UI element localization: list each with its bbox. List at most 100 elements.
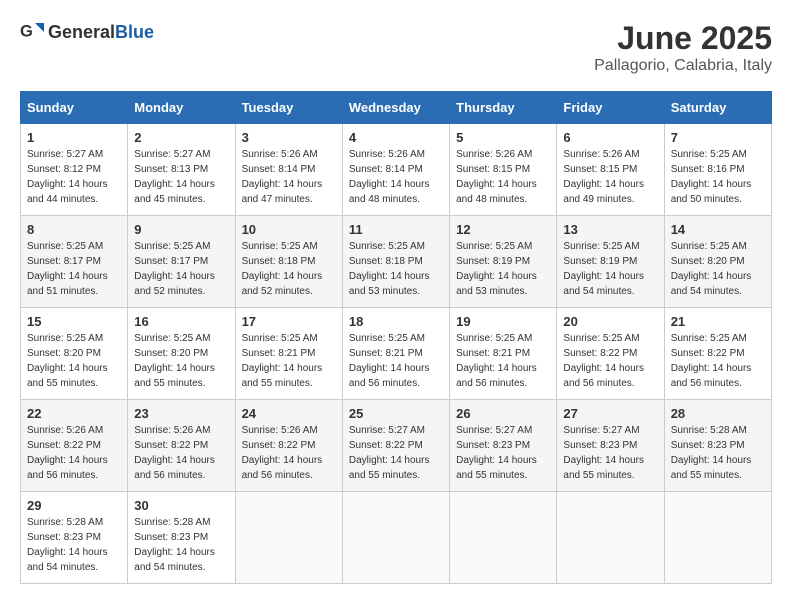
calendar-day-cell: 29 Sunrise: 5:28 AM Sunset: 8:23 PM Dayl… — [21, 492, 128, 584]
day-number: 10 — [242, 222, 336, 237]
calendar-day-cell: 6 Sunrise: 5:26 AM Sunset: 8:15 PM Dayli… — [557, 124, 664, 216]
day-number: 26 — [456, 406, 550, 421]
calendar-week-row: 15 Sunrise: 5:25 AM Sunset: 8:20 PM Dayl… — [21, 308, 772, 400]
day-info: Sunrise: 5:25 AM Sunset: 8:18 PM Dayligh… — [349, 239, 443, 299]
day-info: Sunrise: 5:26 AM Sunset: 8:15 PM Dayligh… — [456, 147, 550, 207]
calendar-day-cell: 12 Sunrise: 5:25 AM Sunset: 8:19 PM Dayl… — [450, 216, 557, 308]
calendar-day-cell: 22 Sunrise: 5:26 AM Sunset: 8:22 PM Dayl… — [21, 400, 128, 492]
day-info: Sunrise: 5:25 AM Sunset: 8:18 PM Dayligh… — [242, 239, 336, 299]
day-of-week-header: Friday — [557, 92, 664, 124]
day-info: Sunrise: 5:25 AM Sunset: 8:19 PM Dayligh… — [456, 239, 550, 299]
day-info: Sunrise: 5:26 AM Sunset: 8:14 PM Dayligh… — [349, 147, 443, 207]
day-info: Sunrise: 5:27 AM Sunset: 8:23 PM Dayligh… — [563, 423, 657, 483]
day-number: 23 — [134, 406, 228, 421]
day-info: Sunrise: 5:27 AM Sunset: 8:12 PM Dayligh… — [27, 147, 121, 207]
day-of-week-header: Saturday — [664, 92, 771, 124]
calendar-day-cell — [342, 492, 449, 584]
calendar-day-cell: 23 Sunrise: 5:26 AM Sunset: 8:22 PM Dayl… — [128, 400, 235, 492]
calendar-day-cell: 2 Sunrise: 5:27 AM Sunset: 8:13 PM Dayli… — [128, 124, 235, 216]
logo-icon: G — [20, 20, 44, 44]
day-of-week-header: Monday — [128, 92, 235, 124]
day-number: 1 — [27, 130, 121, 145]
day-info: Sunrise: 5:25 AM Sunset: 8:21 PM Dayligh… — [242, 331, 336, 391]
day-number: 24 — [242, 406, 336, 421]
day-number: 8 — [27, 222, 121, 237]
day-info: Sunrise: 5:25 AM Sunset: 8:19 PM Dayligh… — [563, 239, 657, 299]
calendar-day-cell — [450, 492, 557, 584]
day-info: Sunrise: 5:28 AM Sunset: 8:23 PM Dayligh… — [27, 515, 121, 575]
calendar-day-cell — [557, 492, 664, 584]
calendar-day-cell: 7 Sunrise: 5:25 AM Sunset: 8:16 PM Dayli… — [664, 124, 771, 216]
day-number: 28 — [671, 406, 765, 421]
day-number: 18 — [349, 314, 443, 329]
calendar-day-cell: 4 Sunrise: 5:26 AM Sunset: 8:14 PM Dayli… — [342, 124, 449, 216]
calendar-table: SundayMondayTuesdayWednesdayThursdayFrid… — [20, 91, 772, 584]
day-number: 3 — [242, 130, 336, 145]
day-number: 5 — [456, 130, 550, 145]
calendar-day-cell: 18 Sunrise: 5:25 AM Sunset: 8:21 PM Dayl… — [342, 308, 449, 400]
day-number: 22 — [27, 406, 121, 421]
day-number: 6 — [563, 130, 657, 145]
calendar-day-cell: 28 Sunrise: 5:28 AM Sunset: 8:23 PM Dayl… — [664, 400, 771, 492]
title-area: June 2025 Pallagorio, Calabria, Italy — [594, 20, 772, 75]
day-number: 19 — [456, 314, 550, 329]
day-info: Sunrise: 5:25 AM Sunset: 8:20 PM Dayligh… — [27, 331, 121, 391]
day-info: Sunrise: 5:25 AM Sunset: 8:17 PM Dayligh… — [134, 239, 228, 299]
calendar-week-row: 8 Sunrise: 5:25 AM Sunset: 8:17 PM Dayli… — [21, 216, 772, 308]
day-info: Sunrise: 5:25 AM Sunset: 8:21 PM Dayligh… — [349, 331, 443, 391]
day-info: Sunrise: 5:26 AM Sunset: 8:22 PM Dayligh… — [242, 423, 336, 483]
day-number: 21 — [671, 314, 765, 329]
page-header: G GeneralBlue June 2025 Pallagorio, Cala… — [20, 20, 772, 75]
logo-text-general: General — [48, 22, 115, 42]
day-number: 29 — [27, 498, 121, 513]
day-info: Sunrise: 5:25 AM Sunset: 8:17 PM Dayligh… — [27, 239, 121, 299]
day-info: Sunrise: 5:26 AM Sunset: 8:15 PM Dayligh… — [563, 147, 657, 207]
day-info: Sunrise: 5:26 AM Sunset: 8:22 PM Dayligh… — [27, 423, 121, 483]
calendar-day-cell: 1 Sunrise: 5:27 AM Sunset: 8:12 PM Dayli… — [21, 124, 128, 216]
day-number: 17 — [242, 314, 336, 329]
calendar-day-cell: 17 Sunrise: 5:25 AM Sunset: 8:21 PM Dayl… — [235, 308, 342, 400]
day-info: Sunrise: 5:27 AM Sunset: 8:13 PM Dayligh… — [134, 147, 228, 207]
calendar-day-cell: 11 Sunrise: 5:25 AM Sunset: 8:18 PM Dayl… — [342, 216, 449, 308]
day-number: 27 — [563, 406, 657, 421]
calendar-day-cell — [235, 492, 342, 584]
day-info: Sunrise: 5:28 AM Sunset: 8:23 PM Dayligh… — [671, 423, 765, 483]
day-info: Sunrise: 5:25 AM Sunset: 8:20 PM Dayligh… — [671, 239, 765, 299]
calendar-day-cell: 25 Sunrise: 5:27 AM Sunset: 8:22 PM Dayl… — [342, 400, 449, 492]
calendar-day-cell: 3 Sunrise: 5:26 AM Sunset: 8:14 PM Dayli… — [235, 124, 342, 216]
month-title: June 2025 — [594, 20, 772, 57]
day-of-week-header: Wednesday — [342, 92, 449, 124]
day-number: 16 — [134, 314, 228, 329]
calendar-day-cell: 5 Sunrise: 5:26 AM Sunset: 8:15 PM Dayli… — [450, 124, 557, 216]
logo-text-blue: Blue — [115, 22, 154, 42]
day-info: Sunrise: 5:26 AM Sunset: 8:22 PM Dayligh… — [134, 423, 228, 483]
day-number: 25 — [349, 406, 443, 421]
location-title: Pallagorio, Calabria, Italy — [594, 57, 772, 75]
calendar-day-cell: 16 Sunrise: 5:25 AM Sunset: 8:20 PM Dayl… — [128, 308, 235, 400]
calendar-day-cell: 10 Sunrise: 5:25 AM Sunset: 8:18 PM Dayl… — [235, 216, 342, 308]
day-of-week-header: Tuesday — [235, 92, 342, 124]
day-info: Sunrise: 5:25 AM Sunset: 8:16 PM Dayligh… — [671, 147, 765, 207]
day-number: 13 — [563, 222, 657, 237]
day-of-week-header: Sunday — [21, 92, 128, 124]
day-info: Sunrise: 5:27 AM Sunset: 8:22 PM Dayligh… — [349, 423, 443, 483]
day-of-week-header: Thursday — [450, 92, 557, 124]
calendar-week-row: 22 Sunrise: 5:26 AM Sunset: 8:22 PM Dayl… — [21, 400, 772, 492]
day-number: 2 — [134, 130, 228, 145]
calendar-week-row: 29 Sunrise: 5:28 AM Sunset: 8:23 PM Dayl… — [21, 492, 772, 584]
day-info: Sunrise: 5:25 AM Sunset: 8:21 PM Dayligh… — [456, 331, 550, 391]
day-info: Sunrise: 5:27 AM Sunset: 8:23 PM Dayligh… — [456, 423, 550, 483]
day-info: Sunrise: 5:25 AM Sunset: 8:22 PM Dayligh… — [671, 331, 765, 391]
day-number: 4 — [349, 130, 443, 145]
calendar-header-row: SundayMondayTuesdayWednesdayThursdayFrid… — [21, 92, 772, 124]
day-number: 11 — [349, 222, 443, 237]
calendar-day-cell: 19 Sunrise: 5:25 AM Sunset: 8:21 PM Dayl… — [450, 308, 557, 400]
calendar-day-cell: 14 Sunrise: 5:25 AM Sunset: 8:20 PM Dayl… — [664, 216, 771, 308]
calendar-week-row: 1 Sunrise: 5:27 AM Sunset: 8:12 PM Dayli… — [21, 124, 772, 216]
calendar-day-cell: 30 Sunrise: 5:28 AM Sunset: 8:23 PM Dayl… — [128, 492, 235, 584]
day-info: Sunrise: 5:26 AM Sunset: 8:14 PM Dayligh… — [242, 147, 336, 207]
day-number: 30 — [134, 498, 228, 513]
calendar-day-cell: 13 Sunrise: 5:25 AM Sunset: 8:19 PM Dayl… — [557, 216, 664, 308]
logo: G GeneralBlue — [20, 20, 154, 44]
day-number: 12 — [456, 222, 550, 237]
